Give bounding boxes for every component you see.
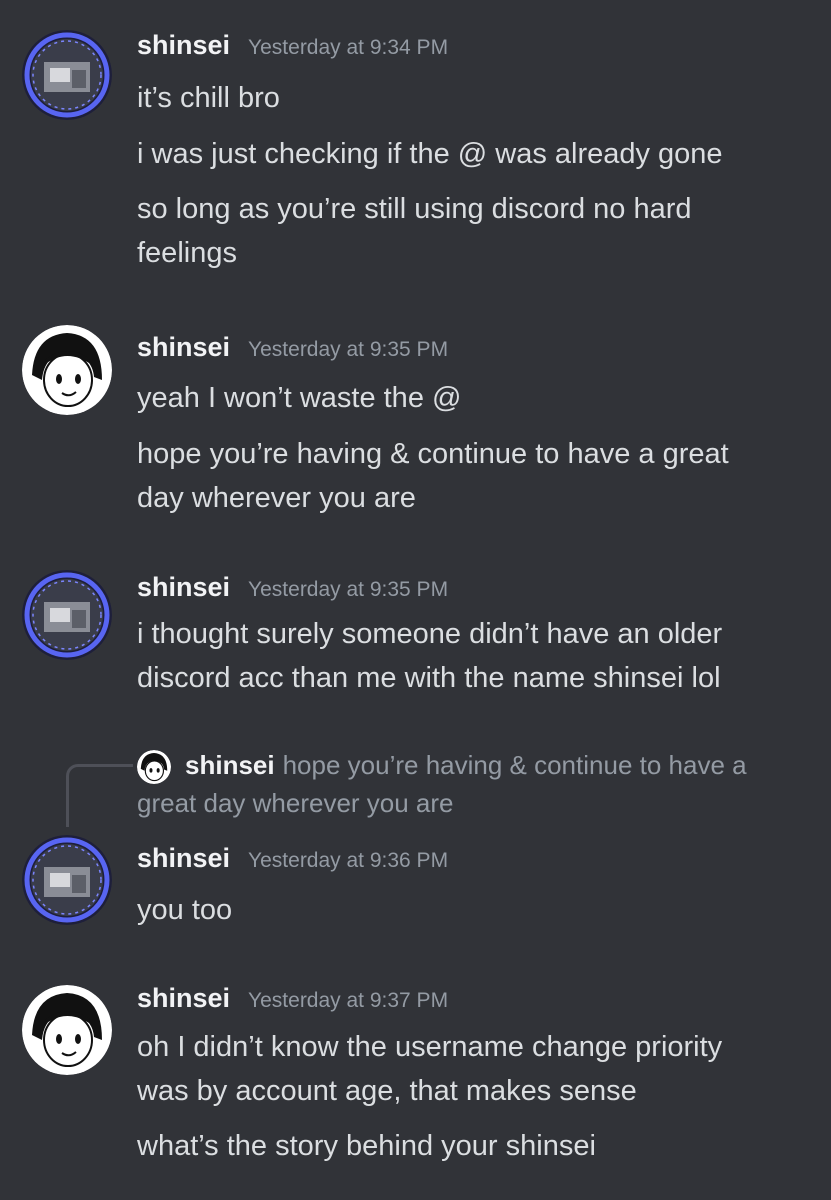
- message-line: feelings: [137, 237, 237, 269]
- message-line: so long as you’re still using discord no…: [137, 193, 692, 225]
- reply-preview[interactable]: shinsei hope you’re having & continue to …: [137, 746, 797, 822]
- user-avatar[interactable]: [22, 30, 112, 120]
- message-header: shinsei Yesterday at 9:34 PM: [137, 30, 448, 64]
- username[interactable]: shinsei: [137, 332, 230, 363]
- message-line: i thought surely someone didn’t have an …: [137, 618, 723, 650]
- user-avatar[interactable]: [22, 985, 112, 1075]
- message-line: discord acc than me with the name shinse…: [137, 662, 721, 694]
- message-line: yeah I won’t waste the @: [137, 382, 462, 414]
- message-header: shinsei Yesterday at 9:37 PM: [137, 983, 448, 1017]
- user-avatar[interactable]: [22, 325, 112, 415]
- timestamp: Yesterday at 9:36 PM: [248, 849, 449, 872]
- message-line: was by account age, that makes sense: [137, 1075, 637, 1107]
- username[interactable]: shinsei: [137, 983, 230, 1014]
- message-line: oh I didn’t know the username change pri…: [137, 1031, 723, 1063]
- timestamp: Yesterday at 9:35 PM: [248, 578, 449, 601]
- message-line: day wherever you are: [137, 482, 416, 514]
- reply-avatar[interactable]: [137, 750, 171, 784]
- username[interactable]: shinsei: [137, 843, 230, 874]
- message-header: shinsei Yesterday at 9:36 PM: [137, 843, 448, 877]
- message-line: what’s the story behind your shinsei: [137, 1130, 596, 1162]
- user-avatar[interactable]: [22, 570, 112, 660]
- username[interactable]: shinsei: [137, 30, 230, 61]
- reply-username[interactable]: shinsei: [185, 750, 275, 780]
- message-line: it’s chill bro: [137, 82, 280, 114]
- timestamp: Yesterday at 9:35 PM: [248, 338, 449, 361]
- user-avatar[interactable]: [22, 835, 112, 925]
- message-line: i was just checking if the @ was already…: [137, 138, 723, 170]
- message-header: shinsei Yesterday at 9:35 PM: [137, 332, 448, 366]
- message-line: you too: [137, 894, 233, 926]
- timestamp: Yesterday at 9:37 PM: [248, 989, 449, 1012]
- username[interactable]: shinsei: [137, 572, 230, 603]
- message-header: shinsei Yesterday at 9:35 PM: [137, 572, 448, 606]
- message-line: hope you’re having & continue to have a …: [137, 438, 729, 470]
- reply-spine: [66, 764, 133, 827]
- timestamp: Yesterday at 9:34 PM: [248, 36, 449, 59]
